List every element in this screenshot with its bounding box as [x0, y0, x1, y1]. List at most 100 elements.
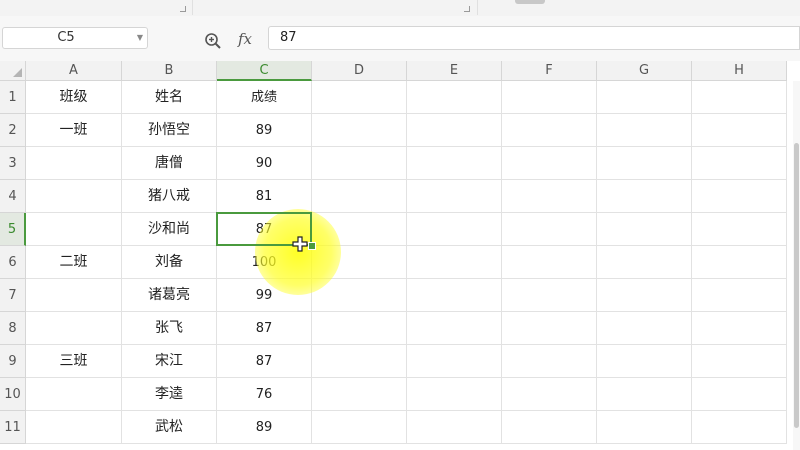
cell-g8[interactable]	[597, 312, 692, 345]
cell-h6[interactable]	[692, 246, 787, 279]
cell-b7[interactable]: 诸葛亮	[122, 279, 217, 312]
cell-g11[interactable]	[597, 411, 692, 444]
col-header-g[interactable]: G	[597, 61, 692, 81]
cell-c4[interactable]: 81	[217, 180, 312, 213]
cell-a5[interactable]	[26, 213, 122, 246]
cell-b9[interactable]: 宋江	[122, 345, 217, 378]
dialog-launcher-icon[interactable]	[464, 6, 470, 12]
cell-h5[interactable]	[692, 213, 787, 246]
cell-e4[interactable]	[407, 180, 502, 213]
cell-h8[interactable]	[692, 312, 787, 345]
cell-e7[interactable]	[407, 279, 502, 312]
fx-icon[interactable]: fx	[238, 30, 252, 48]
cell-h9[interactable]	[692, 345, 787, 378]
cell-f7[interactable]	[502, 279, 597, 312]
cell-c9[interactable]: 87	[217, 345, 312, 378]
cell-e1[interactable]	[407, 81, 502, 114]
cell-d1[interactable]	[312, 81, 407, 114]
dialog-launcher-icon[interactable]	[180, 6, 186, 12]
cell-c8[interactable]: 87	[217, 312, 312, 345]
cell-b4[interactable]: 猪八戒	[122, 180, 217, 213]
cell-d9[interactable]	[312, 345, 407, 378]
cell-f1[interactable]	[502, 81, 597, 114]
cell-h7[interactable]	[692, 279, 787, 312]
cell-b2[interactable]: 孙悟空	[122, 114, 217, 147]
row-header-11[interactable]: 11	[0, 411, 26, 444]
row-header-1[interactable]: 1	[0, 81, 26, 114]
cell-e11[interactable]	[407, 411, 502, 444]
cell-a11[interactable]	[26, 411, 122, 444]
cell-f2[interactable]	[502, 114, 597, 147]
cell-h4[interactable]	[692, 180, 787, 213]
cell-d5[interactable]	[312, 213, 407, 246]
cell-h10[interactable]	[692, 378, 787, 411]
col-header-b[interactable]: B	[122, 61, 217, 81]
cell-g10[interactable]	[597, 378, 692, 411]
cell-g5[interactable]	[597, 213, 692, 246]
vertical-scrollbar[interactable]	[793, 81, 800, 450]
col-header-h[interactable]: H	[692, 61, 787, 81]
chevron-down-icon[interactable]: ▼	[137, 28, 143, 48]
cell-f8[interactable]	[502, 312, 597, 345]
cell-a9[interactable]: 三班	[26, 345, 122, 378]
cell-g9[interactable]	[597, 345, 692, 378]
cell-d7[interactable]	[312, 279, 407, 312]
cell-f10[interactable]	[502, 378, 597, 411]
cell-b8[interactable]: 张飞	[122, 312, 217, 345]
cell-e8[interactable]	[407, 312, 502, 345]
cell-d10[interactable]	[312, 378, 407, 411]
cell-h3[interactable]	[692, 147, 787, 180]
cell-a6[interactable]: 二班	[26, 246, 122, 279]
row-header-8[interactable]: 8	[0, 312, 26, 345]
cell-g7[interactable]	[597, 279, 692, 312]
cell-f9[interactable]	[502, 345, 597, 378]
cell-e6[interactable]	[407, 246, 502, 279]
cell-f6[interactable]	[502, 246, 597, 279]
magnifier-zoom-icon[interactable]	[204, 32, 222, 50]
scrollbar-thumb[interactable]	[794, 143, 799, 428]
cell-f3[interactable]	[502, 147, 597, 180]
cell-b1[interactable]: 姓名	[122, 81, 217, 114]
cell-d3[interactable]	[312, 147, 407, 180]
col-header-a[interactable]: A	[26, 61, 122, 81]
cell-g3[interactable]	[597, 147, 692, 180]
cell-a8[interactable]	[26, 312, 122, 345]
cell-c2[interactable]: 89	[217, 114, 312, 147]
cell-b11[interactable]: 武松	[122, 411, 217, 444]
cell-d11[interactable]	[312, 411, 407, 444]
row-header-5[interactable]: 5	[0, 213, 26, 246]
ribbon-scroll-nub[interactable]	[515, 0, 545, 4]
cell-a1[interactable]: 班级	[26, 81, 122, 114]
name-box[interactable]: C5 ▼	[2, 27, 148, 49]
cell-a7[interactable]	[26, 279, 122, 312]
cell-e2[interactable]	[407, 114, 502, 147]
cell-f4[interactable]	[502, 180, 597, 213]
cell-d6[interactable]	[312, 246, 407, 279]
col-header-e[interactable]: E	[407, 61, 502, 81]
fill-handle[interactable]	[308, 242, 316, 250]
cell-h11[interactable]	[692, 411, 787, 444]
cell-d4[interactable]	[312, 180, 407, 213]
col-header-d[interactable]: D	[312, 61, 407, 81]
cell-f11[interactable]	[502, 411, 597, 444]
row-header-2[interactable]: 2	[0, 114, 26, 147]
cell-g6[interactable]	[597, 246, 692, 279]
cell-c10[interactable]: 76	[217, 378, 312, 411]
col-header-c[interactable]: C	[217, 61, 312, 81]
row-header-9[interactable]: 9	[0, 345, 26, 378]
cell-c1[interactable]: 成绩	[217, 81, 312, 114]
cell-e10[interactable]	[407, 378, 502, 411]
cell-f5[interactable]	[502, 213, 597, 246]
cell-b3[interactable]: 唐僧	[122, 147, 217, 180]
cell-g4[interactable]	[597, 180, 692, 213]
cell-b10[interactable]: 李逵	[122, 378, 217, 411]
cell-c7[interactable]: 99	[217, 279, 312, 312]
cell-h2[interactable]	[692, 114, 787, 147]
row-header-10[interactable]: 10	[0, 378, 26, 411]
cell-d2[interactable]	[312, 114, 407, 147]
cell-g1[interactable]	[597, 81, 692, 114]
cell-c3[interactable]: 90	[217, 147, 312, 180]
col-header-f[interactable]: F	[502, 61, 597, 81]
cell-e3[interactable]	[407, 147, 502, 180]
cell-c11[interactable]: 89	[217, 411, 312, 444]
